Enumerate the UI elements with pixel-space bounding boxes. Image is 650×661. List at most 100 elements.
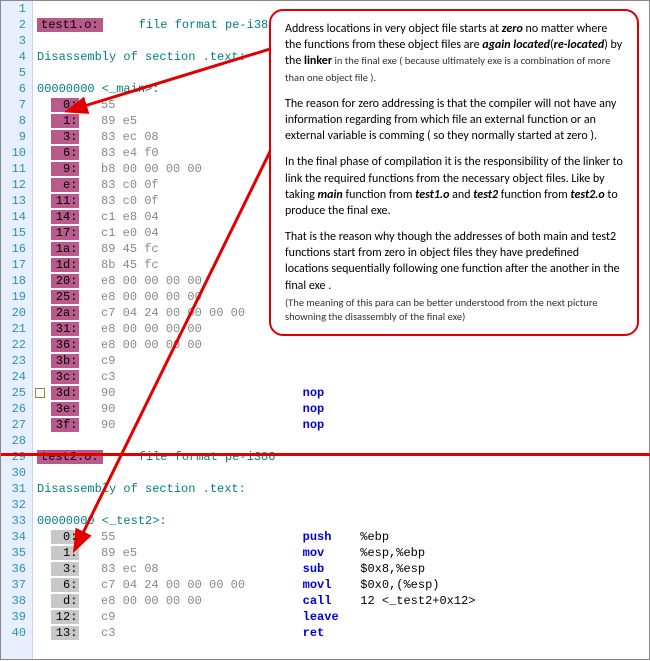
- address-offset: 3b:: [51, 354, 79, 368]
- line-number[interactable]: 20: [1, 306, 33, 320]
- code-cell[interactable]: 1: 89 e5 mov %esp,%ebp: [33, 546, 425, 560]
- line-number[interactable]: 13: [1, 194, 33, 208]
- line-number[interactable]: 14: [1, 210, 33, 224]
- code-cell[interactable]: 14: c1 e8 04: [33, 210, 159, 224]
- line-number[interactable]: 22: [1, 338, 33, 352]
- code-cell[interactable]: Disassembly of section .text:: [33, 50, 246, 64]
- line-number[interactable]: 24: [1, 370, 33, 384]
- editor-pane: 12test1.o: file format pe-i38634Disassem…: [1, 1, 649, 659]
- code-line: 25 3d: 90 nop: [1, 385, 649, 401]
- address-offset: 14:: [51, 210, 79, 224]
- code-line: 30: [1, 465, 649, 481]
- line-number[interactable]: 30: [1, 466, 33, 480]
- line-number[interactable]: 4: [1, 50, 33, 64]
- code-line: 33 00000000 <_test2>:: [1, 513, 649, 529]
- code-cell[interactable]: 3d: 90 nop: [33, 386, 324, 400]
- line-number[interactable]: 8: [1, 114, 33, 128]
- code-cell[interactable]: 3: 83 ec 08: [33, 130, 159, 144]
- line-number[interactable]: 37: [1, 578, 33, 592]
- line-number[interactable]: 18: [1, 274, 33, 288]
- line-number[interactable]: 32: [1, 498, 33, 512]
- code-cell[interactable]: 3c: c3: [33, 370, 115, 384]
- callout-p3: In the final phase of compilation it is …: [285, 154, 625, 219]
- hex-bytes: e8 00 00 00 00: [79, 322, 201, 336]
- code-cell[interactable]: Disassembly of section .text:: [33, 482, 246, 496]
- line-number[interactable]: 25: [1, 386, 33, 400]
- line-number[interactable]: 36: [1, 562, 33, 576]
- line-number[interactable]: 15: [1, 226, 33, 240]
- code-cell[interactable]: 0: 55 push %ebp: [33, 530, 389, 544]
- code-cell[interactable]: 6: c7 04 24 00 00 00 00 movl $0x0,(%esp): [33, 578, 440, 592]
- breakpoint-marker[interactable]: [35, 388, 45, 398]
- line-number[interactable]: 6: [1, 82, 33, 96]
- code-cell[interactable]: 9: b8 00 00 00 00: [33, 162, 202, 176]
- code-cell[interactable]: 17: c1 e0 04: [33, 226, 159, 240]
- address-offset: 25:: [51, 290, 79, 304]
- code-cell[interactable]: 6: 83 e4 f0: [33, 146, 159, 160]
- code-cell[interactable]: 3b: c9: [33, 354, 115, 368]
- line-number[interactable]: 31: [1, 482, 33, 496]
- line-number[interactable]: 21: [1, 322, 33, 336]
- address-offset: 3d:: [51, 386, 79, 400]
- line-number[interactable]: 26: [1, 402, 33, 416]
- line-number[interactable]: 3: [1, 34, 33, 48]
- operands: %esp,%ebp: [324, 546, 425, 560]
- code-cell[interactable]: 1: 89 e5: [33, 114, 137, 128]
- line-number[interactable]: 19: [1, 290, 33, 304]
- line-number[interactable]: 35: [1, 546, 33, 560]
- section-label: Disassembly of section .text:: [37, 482, 246, 496]
- code-cell[interactable]: 11: 83 c0 0f: [33, 194, 159, 208]
- code-block-test2: 29test2.o: file format pe-i3863031Disass…: [1, 449, 649, 641]
- line-number[interactable]: 2: [1, 18, 33, 32]
- code-cell[interactable]: 3: 83 ec 08 sub $0x8,%esp: [33, 562, 425, 576]
- line-number[interactable]: 9: [1, 130, 33, 144]
- line-number[interactable]: 7: [1, 98, 33, 112]
- line-number[interactable]: 34: [1, 530, 33, 544]
- callout-p4: That is the reason why though the addres…: [285, 229, 625, 294]
- line-number[interactable]: 12: [1, 178, 33, 192]
- address-offset: 20:: [51, 274, 79, 288]
- address-offset: 1d:: [51, 258, 79, 272]
- code-cell[interactable]: 0: 55: [33, 98, 115, 112]
- code-cell[interactable]: 00000000 <_test2>:: [33, 514, 167, 528]
- code-cell[interactable]: 3f: 90 nop: [33, 418, 324, 432]
- operands: $0x0,(%esp): [331, 578, 439, 592]
- code-line: 39 12: c9 leave: [1, 609, 649, 625]
- symbol-label: 00000000 <_test2>:: [37, 514, 167, 528]
- address-offset: 1:: [51, 114, 79, 128]
- line-number[interactable]: 33: [1, 514, 33, 528]
- file-separator: [1, 453, 650, 456]
- code-cell[interactable]: 20: e8 00 00 00 00: [33, 274, 202, 288]
- code-cell[interactable]: d: e8 00 00 00 00 call 12 <_test2+0x12>: [33, 594, 475, 608]
- code-cell[interactable]: 36: e8 00 00 00 00: [33, 338, 202, 352]
- line-number[interactable]: 23: [1, 354, 33, 368]
- code-cell[interactable]: test1.o: file format pe-i386: [33, 18, 275, 32]
- hex-bytes: 89 45 fc: [79, 242, 158, 256]
- line-number[interactable]: 38: [1, 594, 33, 608]
- code-cell[interactable]: 13: c3 ret: [33, 626, 324, 640]
- code-cell[interactable]: 31: e8 00 00 00 00: [33, 322, 202, 336]
- hex-bytes: c9: [79, 354, 115, 368]
- line-number[interactable]: 40: [1, 626, 33, 640]
- line-number[interactable]: 28: [1, 434, 33, 448]
- code-cell[interactable]: 2a: c7 04 24 00 00 00 00: [33, 306, 245, 320]
- code-cell[interactable]: e: 83 c0 0f: [33, 178, 159, 192]
- hex-bytes: c7 04 24 00 00 00 00: [79, 306, 245, 320]
- address-offset: 9:: [51, 162, 79, 176]
- code-cell[interactable]: 1d: 8b 45 fc: [33, 258, 159, 272]
- code-cell[interactable]: 3e: 90 nop: [33, 402, 324, 416]
- line-number[interactable]: 17: [1, 258, 33, 272]
- line-number[interactable]: 16: [1, 242, 33, 256]
- code-cell[interactable]: 25: e8 00 00 00 00: [33, 290, 202, 304]
- line-number[interactable]: 39: [1, 610, 33, 624]
- code-cell[interactable]: 12: c9 leave: [33, 610, 339, 624]
- line-number[interactable]: 27: [1, 418, 33, 432]
- line-number[interactable]: 10: [1, 146, 33, 160]
- hex-bytes: 83 ec 08: [79, 562, 158, 576]
- line-number[interactable]: 5: [1, 66, 33, 80]
- code-cell[interactable]: 00000000 <_main>:: [33, 82, 159, 96]
- line-number[interactable]: 11: [1, 162, 33, 176]
- code-cell[interactable]: 1a: 89 45 fc: [33, 242, 159, 256]
- code-line: 32: [1, 497, 649, 513]
- line-number[interactable]: 1: [1, 2, 33, 16]
